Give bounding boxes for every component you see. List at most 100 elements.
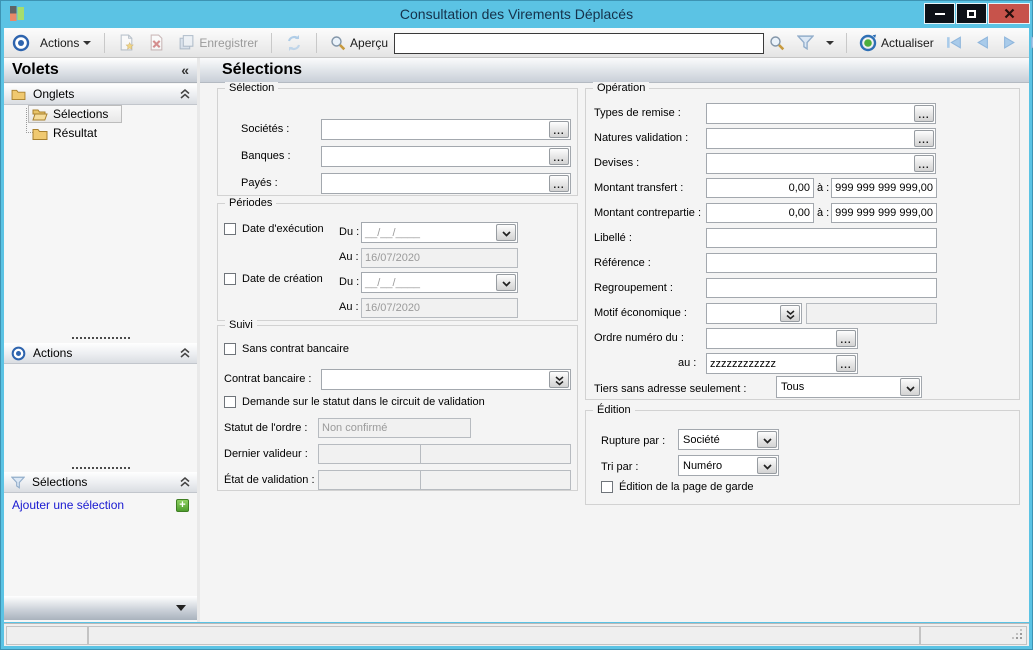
ordre-numero-du-input[interactable] xyxy=(707,333,835,345)
collapse-section-icon xyxy=(180,89,190,99)
demande-statut-checkbox[interactable] xyxy=(224,396,236,408)
banques-browse-button[interactable]: ... xyxy=(549,148,569,165)
refresh-button[interactable] xyxy=(282,32,306,54)
libelle-label: Libellé : xyxy=(594,232,632,244)
main-header: Sélections xyxy=(200,58,1029,83)
devises-browse-button[interactable]: ... xyxy=(914,155,934,172)
resize-grip[interactable] xyxy=(1020,637,1022,639)
devises-field: ... xyxy=(706,153,936,174)
delete-button[interactable] xyxy=(145,32,168,53)
sidebar-scroll-down-button[interactable] xyxy=(4,596,197,620)
maximize-button[interactable] xyxy=(956,3,987,24)
save-button[interactable]: Enregistrer xyxy=(175,32,261,53)
date-creation-checkbox[interactable] xyxy=(224,273,236,285)
societes-browse-button[interactable]: ... xyxy=(549,121,569,138)
ordre-numero-au-input[interactable] xyxy=(707,358,835,370)
section-separator xyxy=(72,467,130,469)
minimize-button[interactable] xyxy=(924,3,955,24)
regroupement-input[interactable] xyxy=(706,278,937,298)
motif-economique-input[interactable] xyxy=(707,308,779,320)
du-dropdown-button[interactable] xyxy=(496,224,516,241)
nav-next-button[interactable] xyxy=(999,34,1020,51)
nav-prev-button[interactable] xyxy=(972,34,993,51)
ordre-numero-au-browse-button[interactable]: ... xyxy=(836,355,856,372)
page-garde-checkbox[interactable] xyxy=(601,481,613,493)
search-input[interactable] xyxy=(394,33,764,54)
close-button[interactable] xyxy=(988,3,1030,24)
du-label: Du : xyxy=(339,226,359,238)
refresh-data-button[interactable]: Actualiser xyxy=(856,32,937,54)
new-button[interactable] xyxy=(115,32,138,53)
title-bar[interactable]: Consultation des Virements Déplacés xyxy=(0,0,1033,28)
tri-dropdown-button[interactable] xyxy=(757,457,777,474)
collapse-section-icon xyxy=(180,477,190,487)
nav-first-icon xyxy=(946,36,963,49)
contrat-bancaire-label: Contrat bancaire : xyxy=(224,373,311,385)
tiers-dropdown-button[interactable] xyxy=(900,378,920,396)
preview-button[interactable]: Aperçu xyxy=(327,33,391,53)
section-header-onglets[interactable]: Onglets xyxy=(4,83,197,105)
banques-input[interactable] xyxy=(322,151,548,163)
filter-options-button[interactable] xyxy=(823,39,837,47)
motif-economique-dropdown-button[interactable] xyxy=(780,305,800,322)
chevron-down-icon xyxy=(906,386,915,392)
societes-input[interactable] xyxy=(322,124,548,136)
regroupement-label: Regroupement : xyxy=(594,282,673,294)
add-selection-plus-button[interactable]: + xyxy=(176,499,189,512)
rupture-dropdown-button[interactable] xyxy=(757,431,777,448)
nav-last-button[interactable] xyxy=(1026,34,1033,51)
contrat-bancaire-dropdown-button[interactable] xyxy=(549,371,569,388)
section-header-selections[interactable]: Sélections xyxy=(4,471,197,493)
reference-input[interactable] xyxy=(706,253,937,273)
du-date-value[interactable]: __/__/____ xyxy=(362,227,495,239)
montant-contrepartie-max-input[interactable] xyxy=(831,203,937,223)
group-suivi: Suivi Sans contrat bancaire Contrat banc… xyxy=(217,325,578,491)
filter-funnel-icon xyxy=(11,476,25,489)
natures-validation-input[interactable] xyxy=(707,133,913,145)
collapse-sidebar-button[interactable]: « xyxy=(181,62,189,78)
a-label: à : xyxy=(817,182,829,194)
montant-transfert-min-input[interactable] xyxy=(706,178,814,198)
filter-button[interactable] xyxy=(794,33,817,52)
date-execution-au-input xyxy=(361,248,518,268)
date-execution-row: Date d'exécution xyxy=(224,223,324,235)
onglets-label: Onglets xyxy=(33,87,74,101)
chevron-down-icon xyxy=(176,605,186,611)
montant-transfert-max-input[interactable] xyxy=(831,178,937,198)
libelle-input[interactable] xyxy=(706,228,937,248)
montant-contrepartie-min-input[interactable] xyxy=(706,203,814,223)
types-remise-browse-button[interactable]: ... xyxy=(914,105,934,122)
sidebar-title: Volets xyxy=(12,61,59,79)
date-execution-checkbox[interactable] xyxy=(224,223,236,235)
types-remise-input[interactable] xyxy=(707,108,913,120)
payes-input[interactable] xyxy=(322,178,548,190)
tree-item-label: Résultat xyxy=(53,126,97,140)
devises-input[interactable] xyxy=(707,158,913,170)
du-date-value[interactable]: __/__/____ xyxy=(362,277,495,289)
payes-browse-button[interactable]: ... xyxy=(549,175,569,192)
folder-open-icon xyxy=(32,108,48,121)
tri-par-combo[interactable]: Numéro xyxy=(678,455,779,476)
natures-validation-browse-button[interactable]: ... xyxy=(914,130,934,147)
sidebar-item-resultat[interactable]: Résultat xyxy=(32,124,97,142)
section-header-actions[interactable]: Actions xyxy=(4,342,197,364)
contrat-bancaire-input[interactable] xyxy=(322,374,548,386)
ordre-numero-du-browse-button[interactable]: ... xyxy=(836,330,856,347)
sidebar-item-selections[interactable]: Sélections xyxy=(28,105,122,123)
window-title: Consultation des Virements Déplacés xyxy=(0,6,1033,22)
societes-label: Sociétés : xyxy=(241,123,289,135)
close-icon xyxy=(1004,8,1015,19)
rupture-par-combo[interactable]: Société xyxy=(678,429,779,450)
du-dropdown-button[interactable] xyxy=(496,274,516,291)
group-title: Suivi xyxy=(225,319,257,331)
chevron-down-icon xyxy=(502,231,511,237)
save-icon xyxy=(178,34,195,51)
add-selection-link[interactable]: Ajouter une sélection xyxy=(12,498,124,512)
sans-contrat-checkbox[interactable] xyxy=(224,343,236,355)
group-title: Édition xyxy=(593,404,635,416)
search-button[interactable] xyxy=(766,33,788,53)
nav-first-button[interactable] xyxy=(943,34,966,51)
tiers-sans-adresse-combo[interactable]: Tous xyxy=(776,376,922,398)
group-selection: Sélection Sociétés : ... Banques : ... P… xyxy=(217,88,578,196)
actions-menu-button[interactable]: Actions xyxy=(37,34,94,52)
